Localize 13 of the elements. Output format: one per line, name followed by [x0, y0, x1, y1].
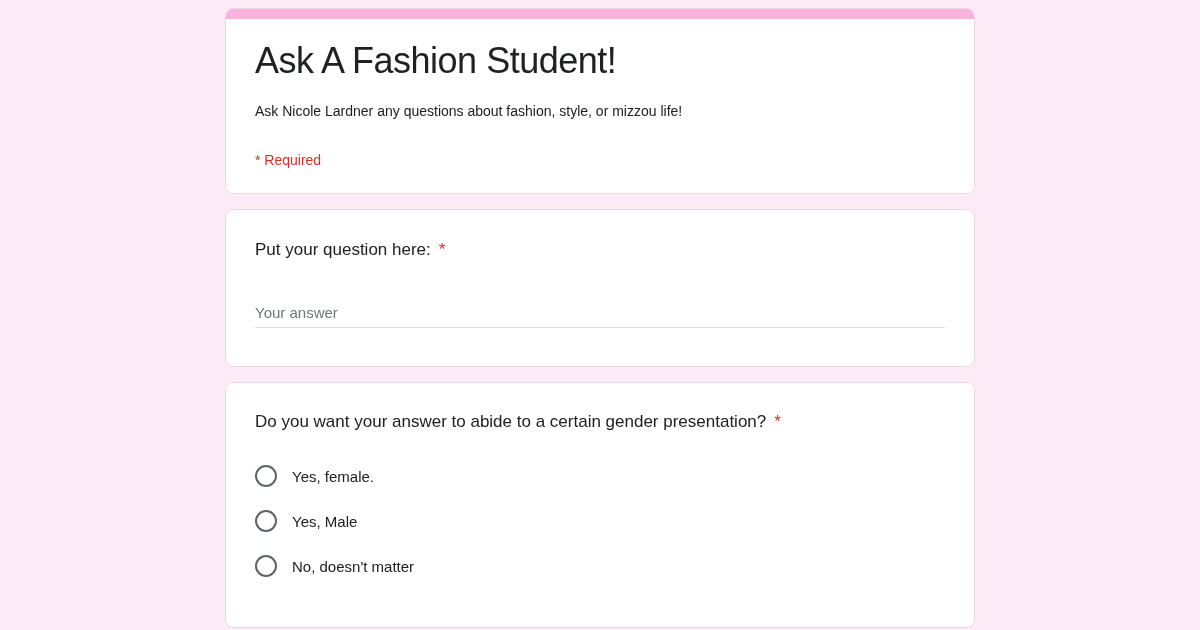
- option-label[interactable]: Yes, Male: [292, 512, 358, 530]
- question-label: Do you want your answer to abide to a certain gender presentation?: [255, 412, 767, 432]
- required-asterisk: *: [438, 240, 446, 260]
- form-title: Ask A Fashion Student!: [255, 39, 618, 83]
- option-label[interactable]: Yes, female.: [292, 467, 374, 485]
- option-label[interactable]: No, doesn't matter: [292, 557, 415, 575]
- radio-button[interactable]: [255, 510, 277, 532]
- required-note: * Required: [255, 152, 323, 168]
- required-asterisk: *: [774, 412, 781, 432]
- radio-button[interactable]: [255, 465, 277, 487]
- form-description: Ask Nicole Lardner any questions about fashion, style, or mizzou life!: [255, 103, 684, 119]
- question-label: Put your question here:: [255, 240, 431, 260]
- radio-button[interactable]: [255, 555, 277, 577]
